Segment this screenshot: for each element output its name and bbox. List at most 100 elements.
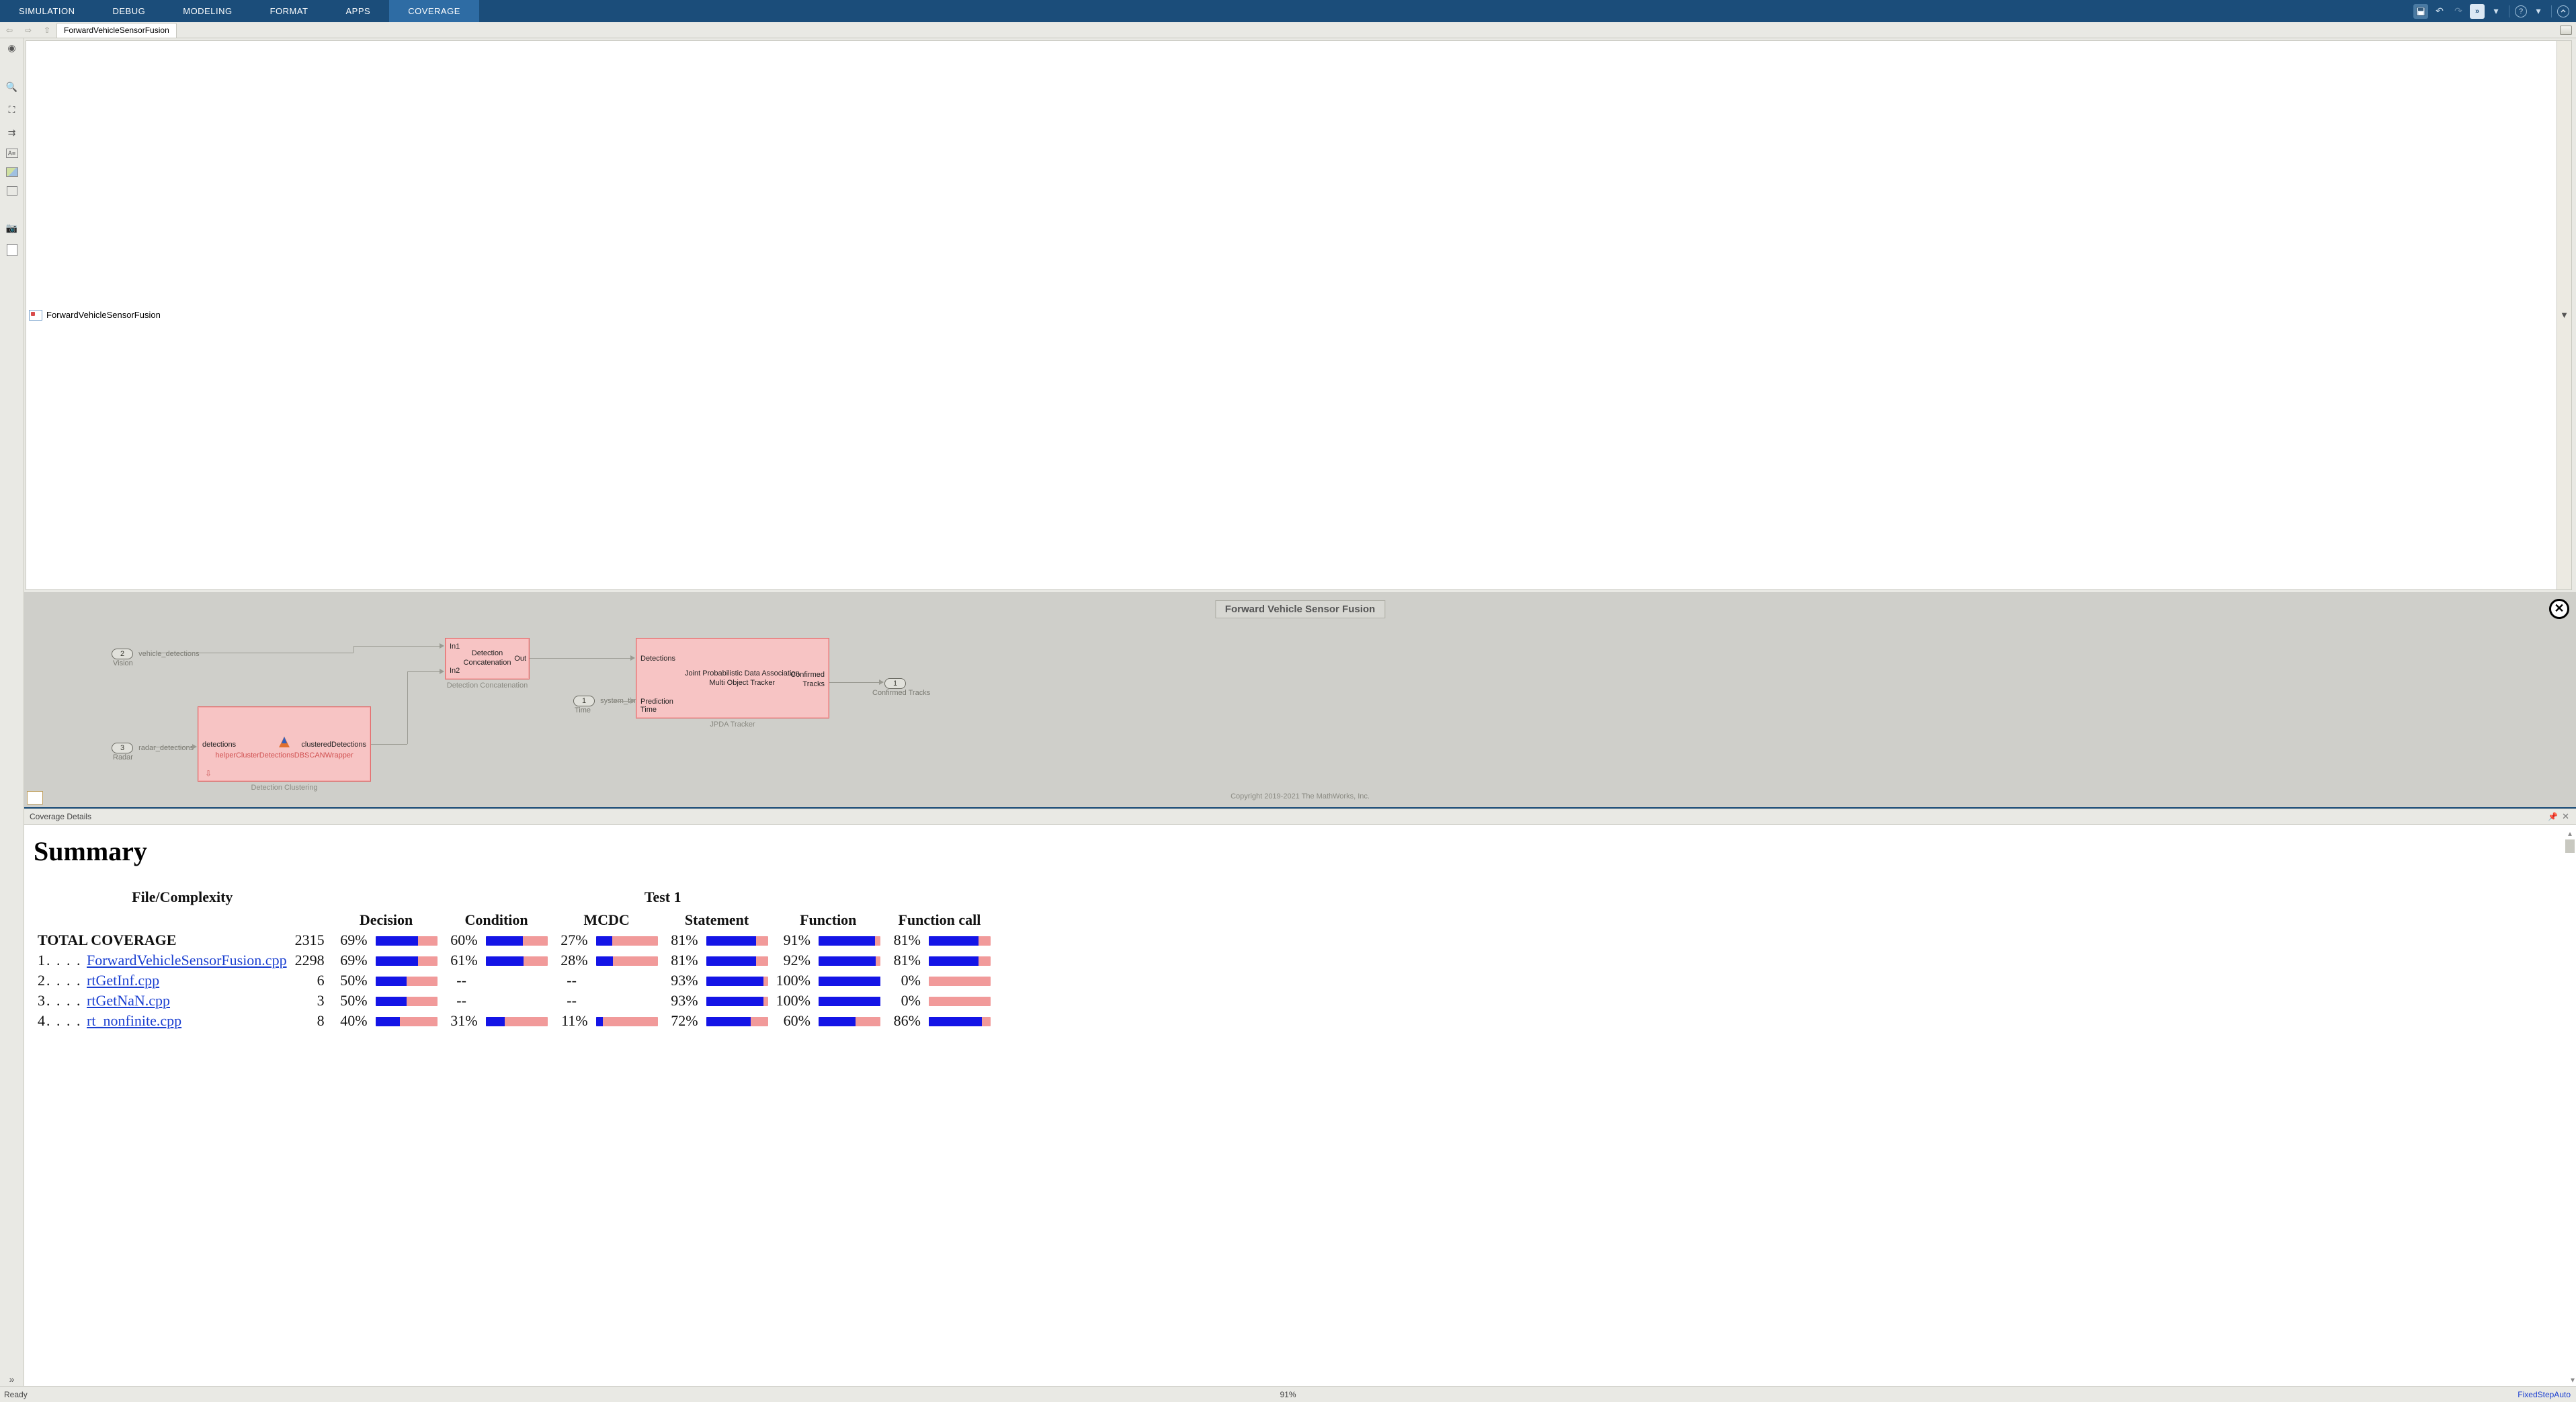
coverage-panel-header: Coverage Details 📌 ✕ bbox=[24, 809, 2576, 825]
help-icon[interactable]: ? bbox=[2515, 5, 2527, 17]
outport-tracks-label: Confirmed Tracks bbox=[872, 689, 930, 697]
save-icon[interactable] bbox=[2413, 4, 2428, 19]
tracker-in3: Time bbox=[640, 706, 657, 714]
tracker-c1: Joint Probabilistic Data Association bbox=[685, 669, 800, 677]
block-detection-clustering[interactable]: detections clusteredDetections helperClu… bbox=[198, 706, 371, 782]
explorer-bar-icon[interactable] bbox=[27, 791, 43, 805]
fastforward-icon[interactable]: » bbox=[2470, 4, 2485, 19]
report-icon[interactable] bbox=[7, 244, 17, 256]
screenshot-icon[interactable]: 📷 bbox=[5, 221, 19, 235]
nav-row: ⇦ ⇨ ⇧ ForwardVehicleSensorFusion bbox=[0, 22, 2576, 38]
viewmark-icon[interactable] bbox=[7, 186, 17, 196]
inport-vision-num: 2 bbox=[112, 649, 133, 659]
help-dropdown-icon[interactable]: ▾ bbox=[2531, 4, 2546, 19]
dock-icon[interactable] bbox=[2560, 26, 2572, 35]
total-label: TOTAL COVERAGE bbox=[34, 930, 291, 950]
image-icon[interactable] bbox=[6, 167, 18, 177]
model-tab[interactable]: ForwardVehicleSensorFusion bbox=[56, 23, 177, 38]
model-icon bbox=[29, 310, 42, 321]
outport-tracks-num: 1 bbox=[884, 678, 906, 689]
scroll-up-icon[interactable]: ▴ bbox=[2565, 829, 2575, 838]
dropdown-icon[interactable]: ▾ bbox=[2489, 4, 2503, 19]
outport-tracks[interactable]: 1 Confirmed Tracks bbox=[884, 678, 911, 689]
total-complexity: 2315 bbox=[291, 930, 331, 950]
inport-radar-num: 3 bbox=[112, 743, 133, 753]
tracker-out2: Tracks bbox=[802, 680, 825, 688]
address-dropdown-icon[interactable]: ▼ bbox=[2557, 41, 2571, 589]
nav-forward-icon[interactable]: ⇨ bbox=[19, 26, 38, 35]
coverage-panel-title: Coverage Details bbox=[30, 812, 91, 821]
inport-radar-label: Radar bbox=[113, 753, 133, 761]
coverage-table: File/Complexity Test 1 Decision Conditio… bbox=[34, 887, 995, 1031]
col-functioncall: Function call bbox=[884, 910, 995, 930]
inport-time-num: 1 bbox=[573, 696, 595, 706]
concat-c1: Detection bbox=[472, 649, 503, 657]
col-mcdc: MCDC bbox=[552, 910, 662, 930]
matlab-fn-icon bbox=[278, 735, 291, 749]
cluster-sublabel: Detection Clustering bbox=[251, 784, 317, 792]
cluster-fn: helperClusterDetectionsDBSCANWrapper bbox=[215, 751, 353, 759]
tab-debug[interactable]: DEBUG bbox=[94, 0, 165, 22]
annotation-icon[interactable]: A≡ bbox=[6, 149, 18, 158]
file-link[interactable]: rtGetNaN.cpp bbox=[87, 992, 170, 1009]
inport-vision[interactable]: 2 vehicle_detections Vision bbox=[112, 649, 200, 659]
canvas-side-tools: ◉ 🔍 ⛶ ⇉ A≡ 📷 » bbox=[0, 38, 24, 1386]
status-bar: Ready 91% FixedStepAuto bbox=[0, 1386, 2576, 1402]
zoom-icon[interactable]: 🔍 bbox=[5, 80, 19, 93]
close-panel-icon[interactable]: ✕ bbox=[2561, 811, 2571, 822]
file-link[interactable]: ForwardVehicleSensorFusion.cpp bbox=[87, 952, 287, 968]
subsystem-arrow-icon: ⇩ bbox=[205, 769, 212, 778]
status-right[interactable]: FixedStepAuto bbox=[2518, 1390, 2576, 1399]
arrows-icon[interactable]: ⇉ bbox=[5, 126, 19, 139]
redo-icon[interactable]: ↷ bbox=[2451, 4, 2466, 19]
file-link[interactable]: rt_nonfinite.cpp bbox=[87, 1012, 181, 1029]
concat-in2: In2 bbox=[450, 667, 460, 675]
pin-icon[interactable]: 📌 bbox=[2545, 812, 2561, 821]
undo-icon[interactable]: ↶ bbox=[2432, 4, 2447, 19]
scrollbar-thumb[interactable] bbox=[2565, 839, 2575, 853]
tracker-in2: Prediction bbox=[640, 698, 673, 706]
model-canvas[interactable]: Forward Vehicle Sensor Fusion ✕ Copyrigh… bbox=[24, 592, 2576, 809]
tab-simulation[interactable]: SIMULATION bbox=[0, 0, 94, 22]
scroll-down-icon[interactable]: ▾ bbox=[2571, 1375, 2575, 1385]
cluster-in: detections bbox=[202, 741, 236, 749]
tab-format[interactable]: FORMAT bbox=[251, 0, 327, 22]
inport-time-label: Time bbox=[575, 706, 591, 714]
ribbon-toolstrip: SIMULATION DEBUG MODELING FORMAT APPS CO… bbox=[0, 0, 2576, 22]
inport-radar-signal: radar_detections bbox=[138, 744, 194, 752]
file-link[interactable]: rtGetInf.cpp bbox=[87, 972, 159, 989]
address-bar: ForwardVehicleSensorFusion ▼ bbox=[26, 40, 2572, 590]
inport-radar[interactable]: 3 radar_detections Radar bbox=[112, 743, 194, 753]
inport-vision-label: Vision bbox=[113, 659, 133, 667]
table-row: 4. . . . rt_nonfinite.cpp 8 40% 31% 11% … bbox=[34, 1011, 995, 1031]
tracker-in1: Detections bbox=[640, 655, 675, 663]
col-statement: Statement bbox=[662, 910, 772, 930]
inport-vision-signal: vehicle_detections bbox=[138, 650, 200, 658]
tab-apps[interactable]: APPS bbox=[327, 0, 390, 22]
tab-coverage[interactable]: COVERAGE bbox=[389, 0, 479, 22]
tracker-c2: Multi Object Tracker bbox=[709, 679, 775, 687]
concat-sublabel: Detection Concatenation bbox=[447, 682, 528, 690]
close-highlight-icon[interactable]: ✕ bbox=[2549, 599, 2569, 619]
col-condition: Condition bbox=[442, 910, 552, 930]
block-jpda-tracker[interactable]: Detections Prediction Time Joint Probabi… bbox=[636, 638, 829, 718]
model-tab-label: ForwardVehicleSensorFusion bbox=[64, 26, 169, 35]
nav-up-icon[interactable]: ⇧ bbox=[38, 26, 56, 35]
expand-palette-icon[interactable]: » bbox=[5, 1372, 19, 1386]
coverage-heading: Summary bbox=[34, 835, 2569, 867]
nav-back-icon[interactable]: ⇦ bbox=[0, 26, 19, 35]
coverage-report-body[interactable]: ▴ Summary File/Complexity Test 1 Decisio… bbox=[24, 825, 2576, 1387]
collapse-ribbon-icon[interactable] bbox=[2557, 5, 2569, 17]
ribbon-quick-tools: ↶ ↷ » ▾ ? ▾ bbox=[2407, 0, 2576, 22]
fit-icon[interactable]: ⛶ bbox=[5, 103, 19, 116]
tab-modeling[interactable]: MODELING bbox=[164, 0, 251, 22]
block-detection-concat[interactable]: In1 In2 Detection Concatenation Out Dete… bbox=[445, 638, 530, 679]
address-path[interactable]: ForwardVehicleSensorFusion bbox=[45, 310, 2557, 320]
col-decision: Decision bbox=[331, 910, 442, 930]
cluster-out: clusteredDetections bbox=[301, 741, 366, 749]
table-row: 3. . . . rtGetNaN.cpp 3 50% -- -- 93% 10… bbox=[34, 991, 995, 1011]
hide-browser-icon[interactable]: ◉ bbox=[5, 41, 19, 54]
table-row: 1. . . . ForwardVehicleSensorFusion.cpp … bbox=[34, 950, 995, 971]
concat-c2: Concatenation bbox=[464, 659, 511, 667]
status-left: Ready bbox=[0, 1390, 28, 1399]
